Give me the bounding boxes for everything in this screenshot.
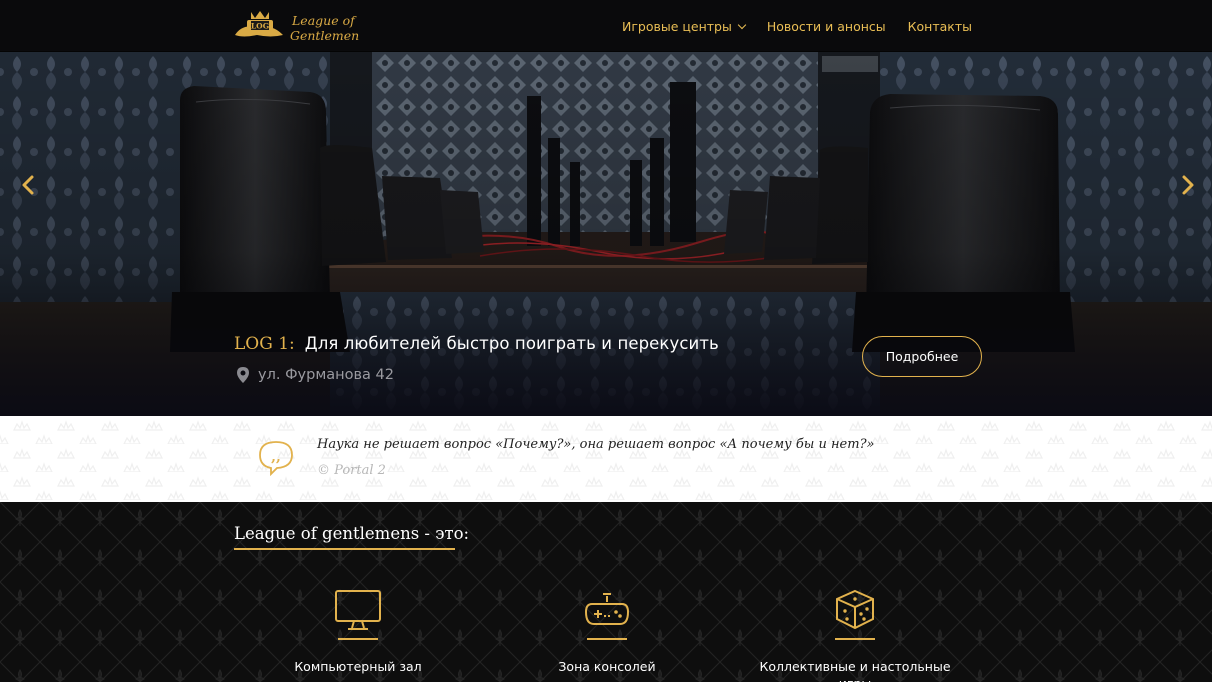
section-title: League of gentlemens - это:: [234, 524, 470, 543]
chevron-right-icon[interactable]: [1176, 174, 1198, 196]
details-button[interactable]: Подробнее: [862, 336, 982, 377]
address-text: ул. Фурманова 42: [258, 367, 395, 383]
feature-divider: [835, 638, 875, 640]
svg-text:LOG: LOG: [251, 22, 269, 31]
svg-text:,,: ,,: [271, 449, 281, 465]
hero-image: [0, 52, 1212, 416]
slide-code: LOG 1:: [234, 334, 295, 354]
monitor-icon: [335, 590, 381, 630]
feature-divider: [338, 638, 378, 640]
feature-label: Компьютерный зал: [294, 658, 422, 674]
quote-bubble-icon: ,,: [259, 441, 293, 476]
slide-description: Для любителей быстро поиграть и перекуси…: [304, 334, 719, 353]
feature-label: Зона консолей: [558, 658, 656, 674]
feature-label: Коллективные и настольные игры: [759, 658, 951, 682]
svg-text:Gentlemen: Gentlemen: [290, 28, 359, 43]
nav-item-label: Контакты: [907, 18, 972, 34]
map-pin-icon: [237, 367, 249, 383]
feature-board-games: Коллективные и настольные игры: [755, 588, 955, 682]
feature-divider: [587, 638, 627, 640]
nav-item-game-centers[interactable]: Игровые центры: [621, 18, 747, 34]
nav-item-label: Игровые центры: [621, 18, 732, 34]
nav-item-contacts[interactable]: Контакты: [908, 19, 972, 34]
feature-console-zone: Зона консолей: [507, 588, 707, 675]
quote-text: Наука не решает вопрос «Почему?», она ре…: [317, 437, 875, 452]
section-title-underline: [234, 548, 455, 550]
dice-icon: [836, 589, 874, 630]
gamepad-icon: [584, 593, 630, 625]
svg-text:League of: League of: [291, 13, 357, 28]
logo[interactable]: LOG League of Gentlemen: [233, 8, 361, 46]
chevron-down-icon: [737, 20, 747, 29]
quote-background-pattern: [0, 416, 1212, 502]
site-header: LOG League of Gentlemen Игровые центры Н…: [0, 0, 1212, 52]
quote-section: [0, 416, 1212, 502]
chevron-left-icon[interactable]: [18, 174, 40, 196]
slide-address: ул. Фурманова 42: [236, 366, 394, 384]
quote-source: © Portal 2: [317, 463, 386, 478]
hero-slider: LOG 1: Для любителей быстро поиграть и п…: [0, 52, 1212, 416]
feature-computer-hall: Компьютерный зал: [258, 588, 458, 675]
slide-title: LOG 1: Для любителей быстро поиграть и п…: [234, 334, 719, 354]
main-nav: Игровые центры Новости и анонсы Контакты: [622, 0, 972, 52]
nav-item-news[interactable]: Новости и анонсы: [767, 19, 886, 34]
nav-item-label: Новости и анонсы: [766, 18, 886, 34]
